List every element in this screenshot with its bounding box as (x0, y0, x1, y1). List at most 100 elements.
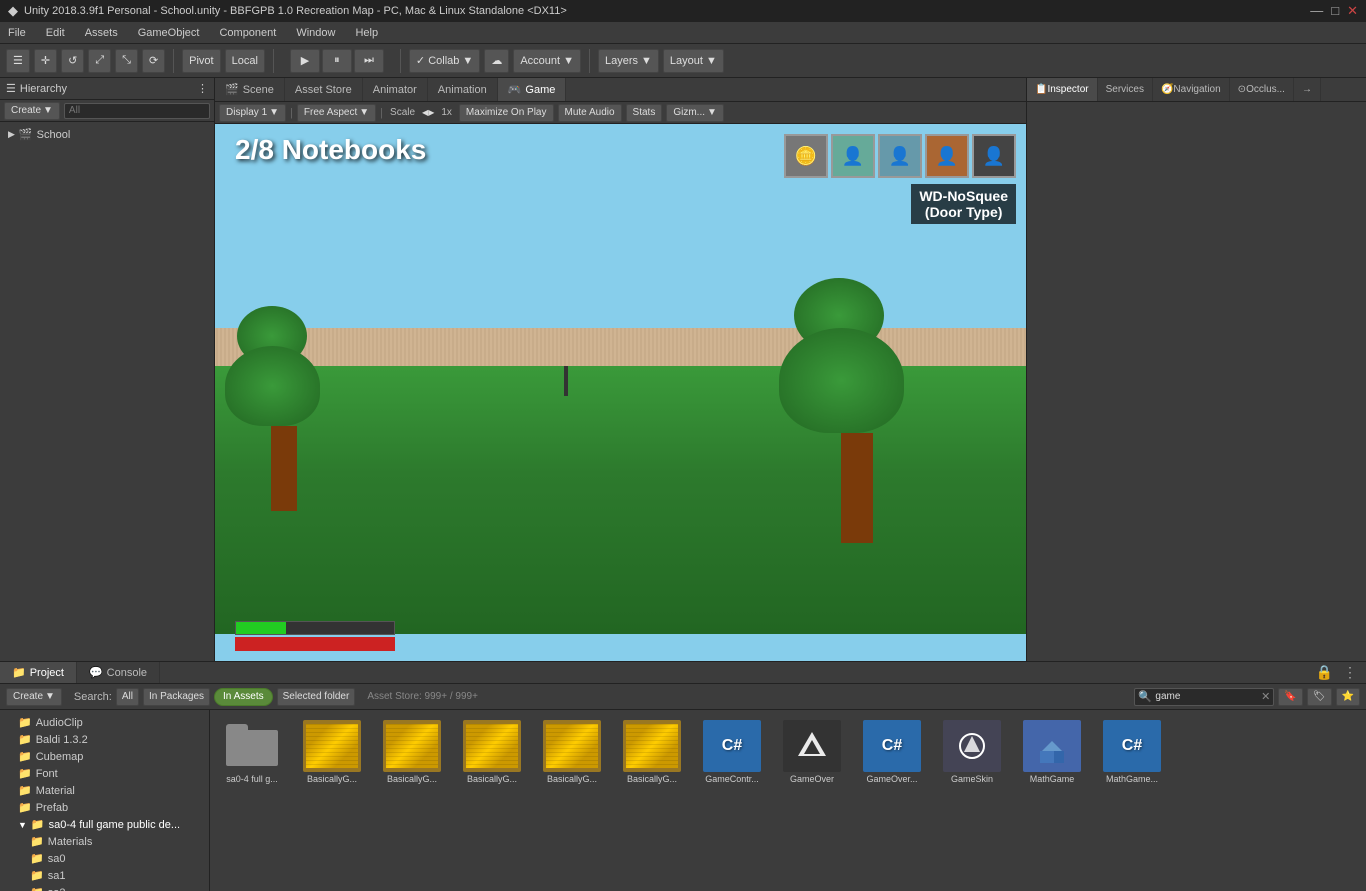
search-clear-icon[interactable]: ✕ (1261, 690, 1270, 703)
collab-button[interactable]: ✓ Collab ▼ (409, 49, 480, 73)
tab-animation[interactable]: Animation (428, 78, 498, 101)
tab-scene[interactable]: 🎬 Scene (215, 78, 285, 101)
menu-help[interactable]: Help (351, 25, 382, 41)
file-item-gameskin[interactable]: GameSkin (936, 716, 1008, 789)
mute-audio-button[interactable]: Mute Audio (558, 104, 622, 122)
lock-icon[interactable]: 🔒 (1313, 664, 1336, 681)
hierarchy-title: Hierarchy (20, 83, 67, 95)
create-label: Create (11, 105, 41, 116)
filter-packages-button[interactable]: In Packages (143, 688, 210, 706)
hierarchy-create-button[interactable]: Create ▼ (4, 102, 60, 120)
project-tabs: 📁 Project 💬 Console 🔒 ⋮ (0, 662, 1366, 684)
tab-inspector[interactable]: 📋 Inspector (1027, 78, 1098, 101)
menu-window[interactable]: Window (292, 25, 339, 41)
title-bar-controls[interactable]: — □ ✕ (1310, 3, 1358, 19)
tab-services[interactable]: Services (1098, 78, 1153, 101)
folder-cubemap[interactable]: 📁 Cubemap (0, 748, 209, 765)
menu-component[interactable]: Component (215, 25, 280, 41)
menu-edit[interactable]: Edit (42, 25, 69, 41)
file-item-basicg3[interactable]: BasicallyG... (456, 716, 528, 789)
tab-project[interactable]: 📁 Project (0, 662, 77, 683)
folder-font[interactable]: 📁 Font (0, 765, 209, 782)
folder-materials[interactable]: 📁 Materials (0, 833, 209, 850)
right-tab-bar: 📋 Inspector Services 🧭 Navigation ⊙ Occl… (1027, 78, 1366, 102)
star-button[interactable]: ⭐ (1336, 688, 1360, 706)
folder-icon-sa0: 📁 (30, 852, 44, 865)
scene-tab-icon: 🎬 (225, 83, 239, 96)
hierarchy-scene-item[interactable]: ▶ 🎬 School (0, 126, 214, 143)
folder-icon-materials: 📁 (30, 835, 44, 848)
layout-button[interactable]: Layout ▼ (663, 49, 724, 73)
file-item-mathgame-cs[interactable]: C# MathGame... (1096, 716, 1168, 789)
menu-assets[interactable]: Assets (81, 25, 122, 41)
aspect-button[interactable]: Free Aspect ▼ (297, 104, 376, 122)
tab-animator[interactable]: Animator (363, 78, 428, 101)
hierarchy-header: ☰ Hierarchy ⋮ (0, 78, 214, 100)
move-tool[interactable]: ✛ (34, 49, 57, 73)
folder-baldi[interactable]: 📁 Baldi 1.3.2 (0, 731, 209, 748)
menu-gameobject[interactable]: GameObject (134, 25, 204, 41)
play-button[interactable]: ▶ (290, 49, 320, 73)
tab-account-right[interactable]: → (1294, 78, 1321, 101)
filter-all-button[interactable]: All (116, 688, 139, 706)
cloud-button[interactable]: ☁ (484, 49, 509, 73)
file-item-sa04-folder[interactable]: sa0-4 full g... (216, 716, 288, 789)
close-button[interactable]: ✕ (1347, 3, 1358, 19)
display-button[interactable]: Display 1 ▼ (219, 104, 286, 122)
rect-tool[interactable]: ⤡ (115, 49, 138, 73)
file-item-gameover-cs[interactable]: C# GameOver... (856, 716, 928, 789)
file-item-basicg5[interactable]: BasicallyG... (616, 716, 688, 789)
hand-tool[interactable]: ☰ (6, 49, 30, 73)
folder-prefab[interactable]: 📁 Prefab (0, 799, 209, 816)
file-item-gamecontr[interactable]: C# GameContr... (696, 716, 768, 789)
basicg5-icon (623, 720, 681, 772)
folder-material[interactable]: 📁 Material (0, 782, 209, 799)
tab-navigation[interactable]: 🧭 Navigation (1153, 78, 1230, 101)
local-button[interactable]: Local (225, 49, 265, 73)
stats-button[interactable]: Stats (626, 104, 663, 122)
pause-button[interactable]: ⏸ (322, 49, 352, 73)
scale-label: Scale (387, 107, 418, 118)
file-item-basicg4[interactable]: BasicallyG... (536, 716, 608, 789)
gizmos-button[interactable]: Gizm... ▼ (666, 104, 724, 122)
hierarchy-panel: ☰ Hierarchy ⋮ Create ▼ ▶ 🎬 School (0, 78, 215, 661)
maximize-button[interactable]: □ (1331, 3, 1339, 19)
mute-audio-label: Mute Audio (565, 107, 615, 118)
account-button[interactable]: Account ▼ (513, 49, 581, 73)
folder-sa04[interactable]: ▼ 📁 sa0-4 full game public de... (0, 816, 209, 833)
pivot-button[interactable]: Pivot (182, 49, 220, 73)
tab-oculus[interactable]: ⊙ Occlus... (1230, 78, 1294, 101)
bookmark-button[interactable]: 🔖 (1278, 688, 1302, 706)
project-search-input[interactable] (1134, 688, 1274, 706)
step-button[interactable]: ⏭ (354, 49, 384, 73)
tab-asset-store[interactable]: Asset Store (285, 78, 363, 101)
options-icon[interactable]: ⋮ (1340, 664, 1360, 681)
folder-sa0[interactable]: 📁 sa0 (0, 850, 209, 867)
folder-sa1[interactable]: 📁 sa1 (0, 867, 209, 884)
menu-file[interactable]: File (4, 25, 30, 41)
file-item-mathgame[interactable]: MathGame (1016, 716, 1088, 789)
file-item-gameover-unity[interactable]: GameOver (776, 716, 848, 789)
layers-button[interactable]: Layers ▼ (598, 49, 659, 73)
filter-assets-tag[interactable]: In Assets (214, 688, 273, 706)
folder-sa2[interactable]: 📁 sa2 (0, 884, 209, 891)
transform-tool[interactable]: ⟳ (142, 49, 165, 73)
tree-left (247, 306, 320, 511)
tab-game[interactable]: 🎮 Game (498, 78, 567, 101)
file-item-basicg2[interactable]: BasicallyG... (376, 716, 448, 789)
maximize-on-play-button[interactable]: Maximize On Play (459, 104, 554, 122)
filter-selected-button[interactable]: Selected folder (277, 688, 356, 706)
tag-button[interactable]: 🏷 (1307, 688, 1332, 706)
project-toolbar: Create ▼ Search: All In Packages In Asse… (0, 684, 1366, 710)
file-item-basicg1[interactable]: BasicallyG... (296, 716, 368, 789)
rotate-tool[interactable]: ↺ (61, 49, 84, 73)
gameover-unity-label: GameOver (790, 774, 834, 785)
project-create-button[interactable]: Create ▼ (6, 688, 62, 706)
folder-audioclip[interactable]: 📁 AudioClip (0, 714, 209, 731)
scale-tool[interactable]: ⤢ (88, 49, 111, 73)
hierarchy-options-icon[interactable]: ⋮ (197, 82, 208, 95)
minimize-button[interactable]: — (1310, 3, 1323, 19)
basicg1-label: BasicallyG... (307, 774, 357, 785)
tab-console[interactable]: 💬 Console (77, 662, 160, 683)
hierarchy-search-input[interactable] (64, 103, 210, 119)
